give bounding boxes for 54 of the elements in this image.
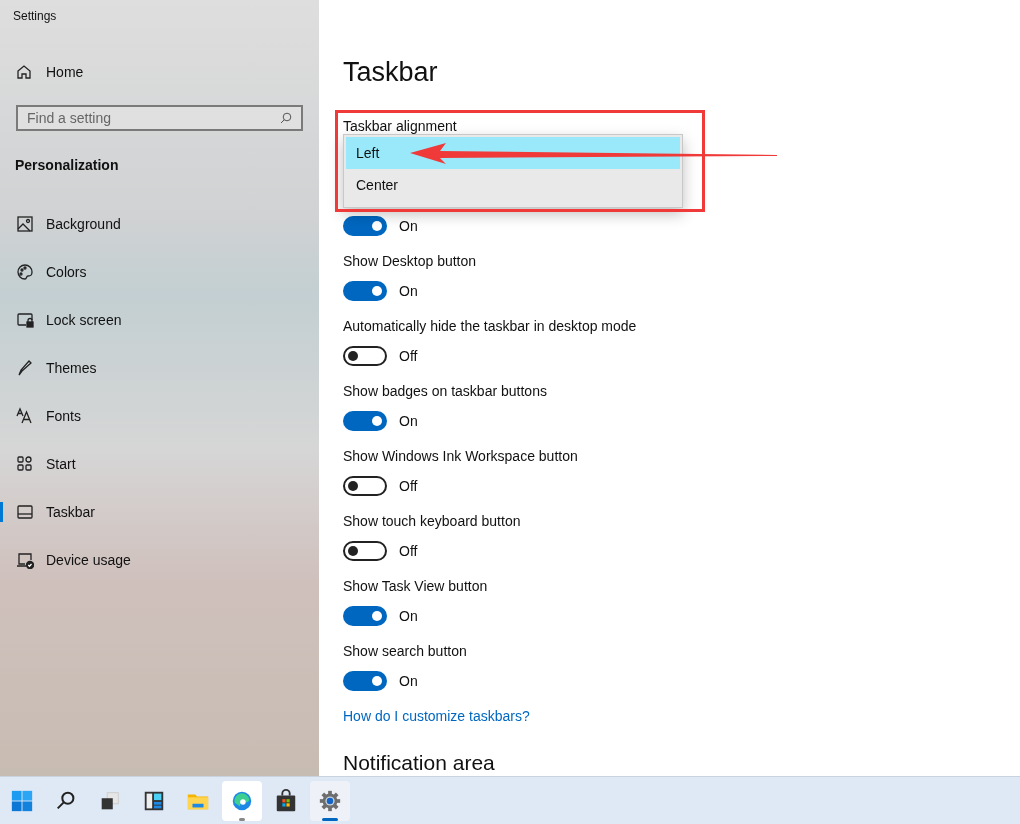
section-heading: Notification area <box>343 750 496 775</box>
toggle-state: On <box>399 216 418 236</box>
palette-icon <box>16 263 34 281</box>
toggle-switch[interactable] <box>343 411 387 431</box>
sidebar-item[interactable]: Lock screen <box>0 296 319 344</box>
home-nav-item[interactable]: Home <box>0 48 319 96</box>
setting-label: Show Task View button <box>343 576 488 596</box>
setting-label: Show search button <box>343 641 467 661</box>
search-input[interactable]: Find a setting <box>27 107 280 129</box>
help-link[interactable]: How do I customize taskbars? <box>343 705 530 727</box>
sidebar-item[interactable]: Themes <box>0 344 319 392</box>
setting-label: Show Windows Ink Workspace button <box>343 446 578 466</box>
toggle-switch[interactable] <box>343 606 387 626</box>
setting-label: Show Desktop button <box>343 251 477 271</box>
search-field[interactable]: Find a setting <box>16 105 303 131</box>
toggle-switch[interactable] <box>343 346 387 366</box>
toggle-switch[interactable] <box>343 216 387 236</box>
toggle-state: Off <box>399 346 418 366</box>
monitor-check-icon <box>16 551 34 569</box>
picture-frame-icon <box>16 215 34 233</box>
sidebar-item[interactable]: Colors <box>0 248 319 296</box>
dropdown-option[interactable]: Center <box>346 169 680 201</box>
home-icon <box>16 64 32 80</box>
toggle-state: Off <box>399 476 418 496</box>
monitor-lock-icon <box>16 311 34 329</box>
toggle-state: Off <box>399 541 418 561</box>
sidebar-item[interactable]: Start <box>0 440 319 488</box>
section-heading: Personalization <box>15 155 119 175</box>
setting-label: Automatically hide the taskbar in desktop mode <box>343 316 637 336</box>
toggle-state: On <box>399 411 418 431</box>
search-icon <box>280 112 292 124</box>
taskbar-icon <box>16 503 34 521</box>
toggle-state: On <box>399 606 418 626</box>
toggle-switch[interactable] <box>343 281 387 301</box>
gear-icon <box>318 788 342 813</box>
toggle-state: On <box>399 281 418 301</box>
brush-icon <box>16 359 34 377</box>
shopping-bag-icon <box>274 788 298 813</box>
sidebar-item[interactable]: Background <box>0 200 319 248</box>
sidebar-item[interactable]: Fonts <box>0 392 319 440</box>
sidebar-item[interactable]: Taskbar <box>0 488 319 536</box>
toggle-switch[interactable] <box>343 541 387 561</box>
windows-logo-icon <box>10 788 34 813</box>
tiles-icon <box>16 455 34 473</box>
setting-label: Show badges on taskbar buttons <box>343 381 547 401</box>
sidebar-item[interactable]: Device usage <box>0 536 319 584</box>
setting-label: Taskbar alignment <box>343 116 457 136</box>
letters-icon <box>16 407 34 425</box>
toggle-switch[interactable] <box>343 671 387 691</box>
window-title: Settings <box>13 8 57 25</box>
setting-label: Show touch keyboard button <box>343 511 521 531</box>
page-title: Taskbar <box>343 55 438 89</box>
toggle-switch[interactable] <box>343 476 387 496</box>
toggle-state: On <box>399 671 418 691</box>
